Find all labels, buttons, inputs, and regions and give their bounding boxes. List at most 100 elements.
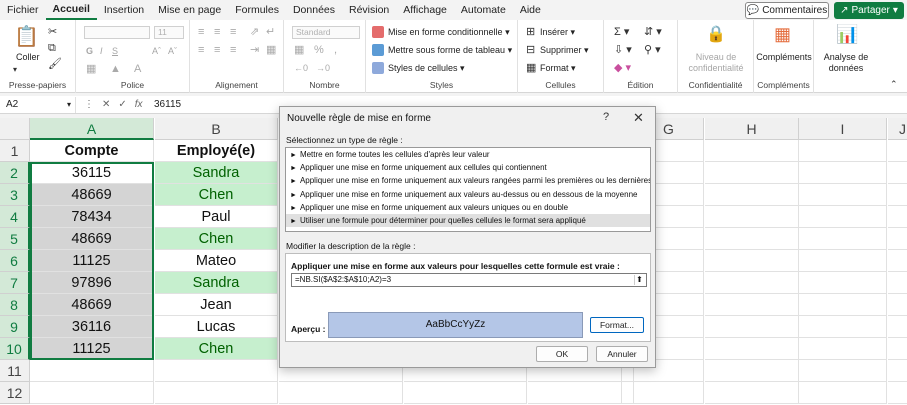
cell-a4[interactable]: 78434 xyxy=(30,206,154,228)
cell[interactable] xyxy=(799,250,887,272)
format-cells-button[interactable]: Format ▾ xyxy=(540,63,576,74)
cell[interactable] xyxy=(155,382,278,404)
cell[interactable] xyxy=(799,184,887,206)
wrap-text-icon[interactable]: ↵ xyxy=(266,26,275,38)
underline-icon[interactable]: S xyxy=(112,46,118,56)
menu-tab-9[interactable]: Aide xyxy=(513,0,548,20)
merge-icon[interactable]: ▦ xyxy=(266,44,276,56)
format-as-table-button[interactable]: Mettre sous forme de tableau ▾ xyxy=(388,45,512,56)
column-header-a[interactable]: A xyxy=(30,118,154,140)
cell[interactable] xyxy=(705,360,799,382)
fill-icon[interactable]: ⇩ ▾ xyxy=(614,44,632,56)
menu-tab-2[interactable]: Insertion xyxy=(97,0,151,20)
cell[interactable] xyxy=(888,382,907,404)
cell-b7[interactable]: Sandra xyxy=(155,272,278,294)
paste-button[interactable]: Coller xyxy=(16,52,40,62)
row-header-4[interactable]: 4 xyxy=(0,206,30,228)
orientation-icon[interactable]: ⇗ xyxy=(250,26,259,38)
addins-icon[interactable]: ▦ xyxy=(774,24,791,44)
cell-a7[interactable]: 97896 xyxy=(30,272,154,294)
menu-tab-8[interactable]: Automate xyxy=(454,0,513,20)
cell-b6[interactable]: Mateo xyxy=(155,250,278,272)
comments-button[interactable]: 💬 Commentaires xyxy=(745,2,829,19)
row-header-9[interactable]: 9 xyxy=(0,316,30,338)
cut-icon[interactable]: ✂ xyxy=(48,26,57,38)
cell[interactable] xyxy=(799,206,887,228)
row-header-3[interactable]: 3 xyxy=(0,184,30,206)
increase-decimal-icon[interactable]: ←0 xyxy=(294,62,308,74)
cell[interactable] xyxy=(705,140,799,162)
align-right-icon[interactable]: ≡ xyxy=(230,44,236,56)
menu-tab-7[interactable]: Affichage xyxy=(396,0,454,20)
cell[interactable] xyxy=(799,140,887,162)
currency-icon[interactable]: ▦ xyxy=(294,44,304,56)
cell-a2[interactable]: 36115 xyxy=(30,162,154,184)
chevron-down-icon[interactable]: ▾ xyxy=(67,97,71,113)
cell[interactable] xyxy=(799,272,887,294)
cell[interactable] xyxy=(705,162,799,184)
paste-icon[interactable]: 📋 xyxy=(14,26,39,48)
cell[interactable] xyxy=(888,184,907,206)
cell[interactable] xyxy=(799,162,887,184)
row-header-6[interactable]: 6 xyxy=(0,250,30,272)
rule-type-item[interactable]: ► Utiliser une formule pour déterminer po… xyxy=(286,213,650,228)
cell[interactable] xyxy=(888,250,907,272)
sort-filter-icon[interactable]: ⇵ ▾ xyxy=(644,26,662,38)
format-button[interactable]: Format... xyxy=(590,317,644,333)
cell[interactable] xyxy=(30,382,154,404)
header-cell-employe[interactable]: Employé(e) xyxy=(155,140,278,162)
bold-icon[interactable]: G xyxy=(86,46,93,56)
cell-a9[interactable]: 36116 xyxy=(30,316,154,338)
cell[interactable] xyxy=(279,382,403,404)
addins-button[interactable]: Compléments xyxy=(754,52,814,62)
cell-a5[interactable]: 48669 xyxy=(30,228,154,250)
menu-tab-6[interactable]: Révision xyxy=(342,0,396,20)
cell-a3[interactable]: 48669 xyxy=(30,184,154,206)
font-color-icon[interactable]: A xyxy=(134,63,141,75)
collapse-ribbon-icon[interactable]: ⌃ xyxy=(890,78,898,90)
cell[interactable] xyxy=(799,382,887,404)
column-header-j[interactable]: J xyxy=(888,118,907,140)
row-header-10[interactable]: 10 xyxy=(0,338,30,360)
cell[interactable] xyxy=(705,228,799,250)
cell[interactable] xyxy=(528,382,622,404)
cell-b8[interactable]: Jean xyxy=(155,294,278,316)
cell-a10[interactable]: 11125 xyxy=(30,338,154,360)
analyze-data-label-line2[interactable]: données xyxy=(814,63,878,73)
cell[interactable] xyxy=(705,382,799,404)
cell[interactable] xyxy=(888,206,907,228)
cell[interactable] xyxy=(799,228,887,250)
row-header-12[interactable]: 12 xyxy=(0,382,30,404)
rule-type-item[interactable]: ► Appliquer une mise en forme uniquement … xyxy=(286,174,650,187)
cell[interactable] xyxy=(799,338,887,360)
format-painter-icon[interactable]: 🖌 xyxy=(48,58,62,70)
row-header-5[interactable]: 5 xyxy=(0,228,30,250)
cell[interactable] xyxy=(705,294,799,316)
row-header-2[interactable]: 2 xyxy=(0,162,30,184)
row-header-8[interactable]: 8 xyxy=(0,294,30,316)
cell-b4[interactable]: Paul xyxy=(155,206,278,228)
align-top-icon[interactable]: ≡ xyxy=(198,26,204,38)
borders-icon[interactable]: ▦ xyxy=(86,63,96,75)
column-header-i[interactable]: I xyxy=(799,118,887,140)
cell-b2[interactable]: Sandra xyxy=(155,162,278,184)
conditional-format-button[interactable]: Mise en forme conditionnelle ▾ xyxy=(388,27,510,38)
cell[interactable] xyxy=(705,316,799,338)
row-header-1[interactable]: 1 xyxy=(0,140,30,162)
rule-type-item[interactable]: ► Mettre en forme toutes les cellules d'a… xyxy=(286,148,650,161)
menu-tab-3[interactable]: Mise en page xyxy=(151,0,228,20)
menu-tab-5[interactable]: Données xyxy=(286,0,342,20)
analyze-data-icon[interactable]: 📊 xyxy=(836,24,858,44)
autosum-icon[interactable]: Σ ▾ xyxy=(614,26,629,38)
cell[interactable] xyxy=(705,206,799,228)
shrink-font-icon[interactable]: Aˇ xyxy=(168,46,177,56)
cell-b3[interactable]: Chen xyxy=(155,184,278,206)
cell[interactable] xyxy=(799,360,887,382)
sensitivity-label-line1[interactable]: Niveau de xyxy=(678,52,754,62)
row-header-11[interactable]: 11 xyxy=(0,360,30,382)
cell[interactable] xyxy=(888,316,907,338)
find-select-icon[interactable]: ⚲ ▾ xyxy=(644,44,661,56)
align-middle-icon[interactable]: ≡ xyxy=(214,26,220,38)
sensitivity-icon[interactable]: 🔒 xyxy=(706,26,726,44)
row-header-7[interactable]: 7 xyxy=(0,272,30,294)
